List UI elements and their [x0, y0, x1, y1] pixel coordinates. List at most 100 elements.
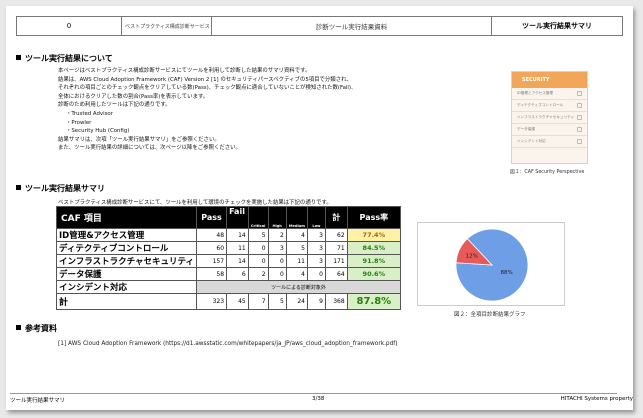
- footer-divider: [10, 393, 617, 394]
- row-label: データ保護: [56, 267, 197, 281]
- col-header-low: Low: [306, 206, 326, 229]
- table-row-incident: インシデント対応 ツールによる診断対象外: [56, 280, 402, 294]
- cell-medium: 11: [285, 254, 308, 268]
- total-pass: 323: [195, 293, 228, 310]
- about-line: それぞれの項目ごとのチェック観点をクリアしている数(Pass)、チェック観点に適…: [58, 85, 357, 92]
- cell-high: 2: [267, 228, 287, 242]
- total-critical: 7: [247, 293, 269, 310]
- table-row-total: 計 323 45 7 5 24 9 368 87.8%: [56, 293, 402, 310]
- cell-fail: 14: [226, 254, 249, 268]
- row-label: インフラストラクチャセキュリティ: [56, 254, 197, 268]
- cell-critical: 2: [247, 267, 269, 281]
- col-header-medium: Medium: [285, 206, 308, 229]
- about-line: 結果サマリは、次項「ツール実行結果サマリ」をご参照ください。: [58, 136, 220, 143]
- table-row: ディテクティブコントロール 60 11 0 3 5 3 71 84.5%: [56, 241, 402, 255]
- table-row: ID管理&アクセス管理 48 14 5 2 4 3 62 77.4%: [56, 228, 402, 242]
- figure-1-caption: 図１：CAF Security Perspective: [510, 170, 585, 175]
- col-header-item: CAF 項目: [56, 206, 197, 229]
- cell-rate: 90.6%: [346, 267, 402, 281]
- cell-rate: 91.8%: [346, 254, 402, 268]
- bullet-square-icon: [16, 325, 21, 330]
- header-section-title: ツール実行結果サマリ: [522, 22, 592, 30]
- header-service: ベストプラクティス構成診断サービス: [122, 17, 212, 35]
- about-text: 本ページはベストプラクティス構成診断サービスにてツールを利用して診断した結果のサ…: [58, 67, 448, 153]
- cell-rate: 84.5%: [346, 241, 402, 255]
- cell-high: 0: [267, 254, 287, 268]
- cell-critical: 0: [247, 254, 269, 268]
- cell-rate: 77.4%: [346, 228, 402, 242]
- cell-total: 64: [324, 267, 348, 281]
- footer-copyright: HITACHI Systems property: [560, 396, 633, 402]
- page-number: 3/38: [312, 396, 325, 402]
- cell-medium: 4: [285, 228, 308, 242]
- figure-2-caption: 図２：全項目診断結果グラフ: [454, 312, 526, 318]
- caf-security-panel-image: SECURITY ID管理とアクセス管理 ディテクティブコントロール インフラス…: [511, 71, 588, 164]
- cell-total: 71: [324, 241, 348, 255]
- security-panel-header: SECURITY: [512, 72, 587, 88]
- cell-low: 3: [306, 228, 326, 242]
- tool-item: ・Prowler: [66, 119, 92, 126]
- total-fail: 45: [226, 293, 249, 310]
- row-label: インシデント対応: [56, 280, 197, 294]
- cell-pass: 48: [195, 228, 228, 242]
- cell-medium: 5: [285, 241, 308, 255]
- item-icon: [577, 127, 582, 132]
- pie-chart-box: 88% 12%: [417, 222, 565, 306]
- col-header-total: 計: [324, 206, 348, 229]
- total-total: 368: [324, 293, 348, 310]
- cell-low: 3: [306, 254, 326, 268]
- col-header-fail: Fail: [226, 206, 249, 229]
- cell-critical: 0: [247, 241, 269, 255]
- cell-medium: 4: [285, 267, 308, 281]
- cell-fail: 6: [226, 267, 249, 281]
- about-line: また、ツール実行結果の詳細については、次ページ以降をご参照ください。: [58, 145, 241, 152]
- cell-critical: 5: [247, 228, 269, 242]
- cell-fail: 14: [226, 228, 249, 242]
- total-label: 計: [56, 293, 197, 310]
- about-line: 診断のため利用したツールは下記の通りです。: [58, 102, 171, 109]
- bullet-square-icon: [16, 185, 21, 190]
- col-header-pass: Pass: [195, 206, 228, 229]
- cell-high: 0: [267, 267, 287, 281]
- row-label: ディテクティブコントロール: [56, 241, 197, 255]
- about-line: 全体におけるクリアした数の割合(Pass率)を表示しています。: [58, 93, 209, 100]
- item-icon: [577, 91, 582, 96]
- col-header-critical: Critical: [247, 206, 269, 229]
- pie-chart: 88% 12%: [455, 228, 529, 302]
- cell-pass: 157: [195, 254, 228, 268]
- cell-high: 3: [267, 241, 287, 255]
- total-rate: 87.8%: [346, 293, 402, 310]
- results-intro: ベストプラクティス構成診断サービスにて、ツールを利用して環境のチェックを実施した…: [58, 200, 332, 206]
- security-panel-item: インフラストラクチャセキュリティ: [512, 112, 587, 124]
- pie-label-fail: 12%: [466, 253, 478, 259]
- table-row: データ保護 58 6 2 0 4 0 64 90.6%: [56, 267, 402, 281]
- security-panel-item: ディテクティブコントロール: [512, 100, 587, 112]
- row-label: ID管理&アクセス管理: [56, 228, 197, 242]
- pie-label-pass: 88%: [501, 270, 513, 276]
- about-line: 結果は、AWS Cloud Adoption Framework (CAF) V…: [58, 76, 352, 83]
- col-header-high: High: [267, 206, 287, 229]
- cell-pass: 58: [195, 267, 228, 281]
- cell-fail: 11: [226, 241, 249, 255]
- bullet-square-icon: [16, 55, 21, 60]
- section-about-title: ツール実行結果について: [16, 53, 113, 64]
- table-row: インフラストラクチャセキュリティ 157 14 0 0 11 3 171 91.…: [56, 254, 402, 268]
- not-applicable-note: ツールによる診断対象外: [195, 280, 402, 294]
- header-document-title: 診断ツール実行結果資料: [212, 17, 492, 35]
- section-reference-title: 参考資料: [16, 323, 57, 334]
- reference-text: [1] AWS Cloud Adoption Framework (https:…: [58, 341, 398, 347]
- cell-total: 62: [324, 228, 348, 242]
- tool-item: ・Security Hub (Config): [66, 128, 130, 135]
- item-icon: [577, 103, 582, 108]
- cell-low: 3: [306, 241, 326, 255]
- security-panel-item: データ保護: [512, 124, 587, 136]
- cell-pass: 60: [195, 241, 228, 255]
- about-line: 本ページはベストプラクティス構成診断サービスにてツールを利用して診断した結果のサ…: [58, 68, 311, 74]
- security-panel-item: ID管理とアクセス管理: [512, 88, 587, 100]
- header-number: 0: [17, 17, 122, 35]
- results-table: CAF 項目 Pass Fail Critical High Medium Lo…: [56, 206, 402, 310]
- section-results-title: ツール実行結果サマリ: [16, 183, 105, 194]
- item-icon: [577, 139, 582, 144]
- total-low: 9: [306, 293, 326, 310]
- tool-item: ・Trusted Advisor: [66, 110, 113, 117]
